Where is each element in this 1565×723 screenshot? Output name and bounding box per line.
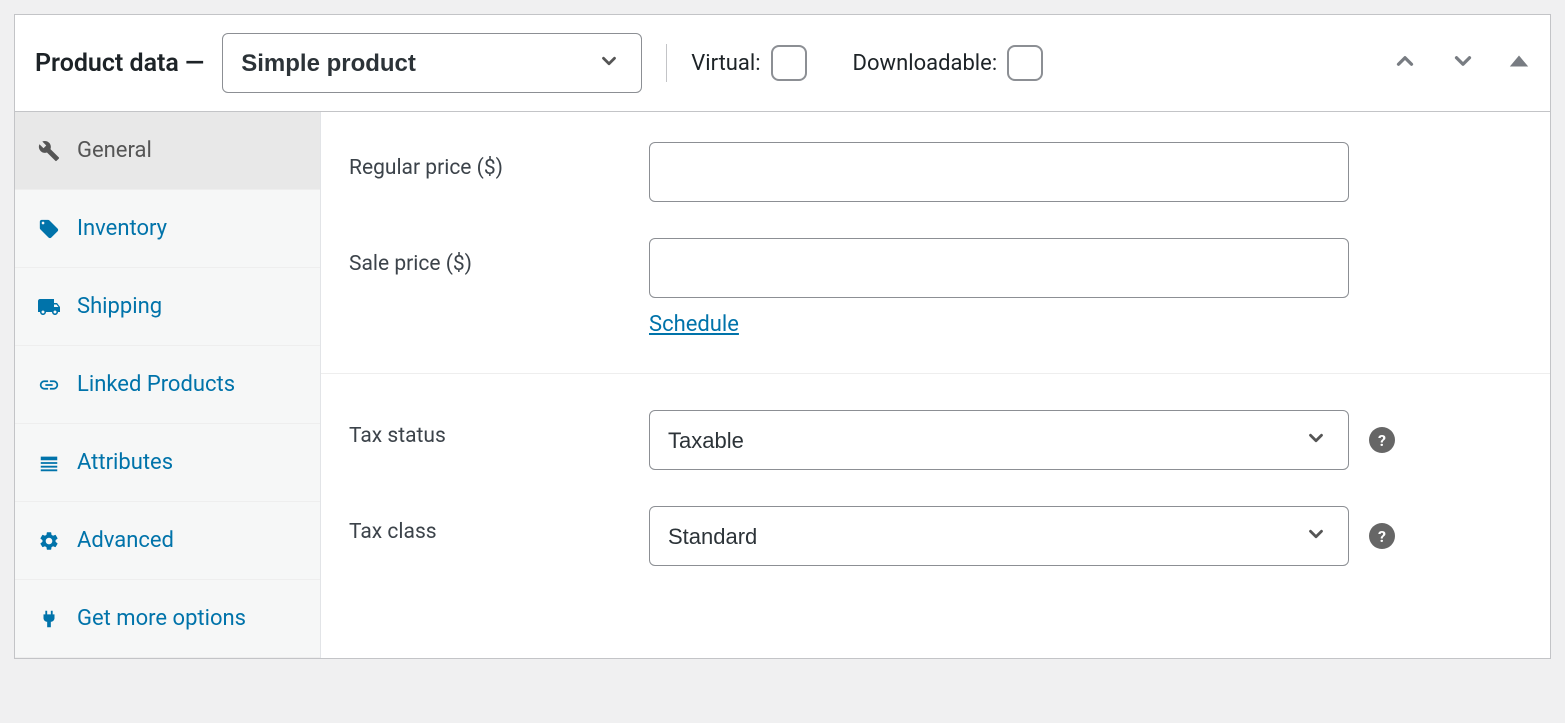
schedule-link[interactable]: Schedule [649, 312, 739, 337]
sidebar-item-general[interactable]: General [15, 112, 320, 190]
sidebar-item-label: Inventory [77, 216, 167, 241]
sale-price-input[interactable] [649, 238, 1349, 298]
tax-status-select[interactable]: Taxable [649, 410, 1349, 470]
link-icon [37, 374, 61, 396]
help-icon[interactable]: ? [1369, 427, 1395, 453]
downloadable-checkbox-group: Downloadable: [853, 45, 1044, 81]
product-data-panel: Product data — Simple product Virtual: D… [14, 14, 1551, 659]
sale-price-label: Sale price ($) [349, 238, 649, 276]
help-icon[interactable]: ? [1369, 523, 1395, 549]
virtual-checkbox[interactable] [771, 45, 807, 81]
move-up-icon[interactable] [1392, 48, 1418, 78]
tax-status-label: Tax status [349, 410, 649, 448]
gear-icon [37, 530, 61, 552]
downloadable-label: Downloadable: [853, 51, 998, 76]
sidebar-item-get-more-options[interactable]: Get more options [15, 580, 320, 658]
sidebar-item-attributes[interactable]: Attributes [15, 424, 320, 502]
content-area: Regular price ($) Sale price ($) Schedul… [321, 112, 1550, 658]
sale-price-row: Sale price ($) Schedule [349, 238, 1510, 337]
tax-class-select[interactable]: Standard [649, 506, 1349, 566]
panel-title: Product data — [35, 49, 204, 78]
tax-class-label: Tax class [349, 506, 649, 544]
move-down-icon[interactable] [1450, 48, 1476, 78]
virtual-label: Virtual: [691, 51, 760, 76]
tag-icon [37, 218, 61, 240]
panel-header: Product data — Simple product Virtual: D… [15, 15, 1550, 112]
product-type-select[interactable]: Simple product [222, 33, 642, 93]
wrench-icon [37, 140, 61, 162]
sidebar-item-label: General [77, 138, 152, 163]
list-icon [37, 452, 61, 474]
sidebar-item-advanced[interactable]: Advanced [15, 502, 320, 580]
regular-price-row: Regular price ($) [349, 142, 1510, 202]
downloadable-checkbox[interactable] [1007, 45, 1043, 81]
sidebar-item-label: Linked Products [77, 372, 235, 397]
panel-body: General Inventory Shipping Linked Produc… [15, 112, 1550, 658]
regular-price-input[interactable] [649, 142, 1349, 202]
truck-icon [37, 295, 61, 319]
product-type-select-wrap: Simple product [222, 33, 642, 93]
virtual-checkbox-group: Virtual: [691, 45, 806, 81]
sidebar-item-inventory[interactable]: Inventory [15, 190, 320, 268]
sidebar-item-label: Get more options [77, 606, 246, 631]
sidebar-item-linked-products[interactable]: Linked Products [15, 346, 320, 424]
sidebar-item-shipping[interactable]: Shipping [15, 268, 320, 346]
header-controls [1392, 48, 1530, 78]
sidebar-item-label: Attributes [77, 450, 173, 475]
section-divider [321, 373, 1550, 374]
plug-icon [37, 608, 61, 630]
tax-status-row: Tax status Taxable ? [349, 410, 1510, 470]
sidebar-item-label: Shipping [77, 294, 162, 319]
toggle-panel-icon[interactable] [1508, 50, 1530, 76]
regular-price-label: Regular price ($) [349, 142, 649, 180]
sidebar: General Inventory Shipping Linked Produc… [15, 112, 321, 658]
divider [666, 44, 667, 82]
sidebar-item-label: Advanced [77, 528, 174, 553]
tax-class-row: Tax class Standard ? [349, 506, 1510, 566]
